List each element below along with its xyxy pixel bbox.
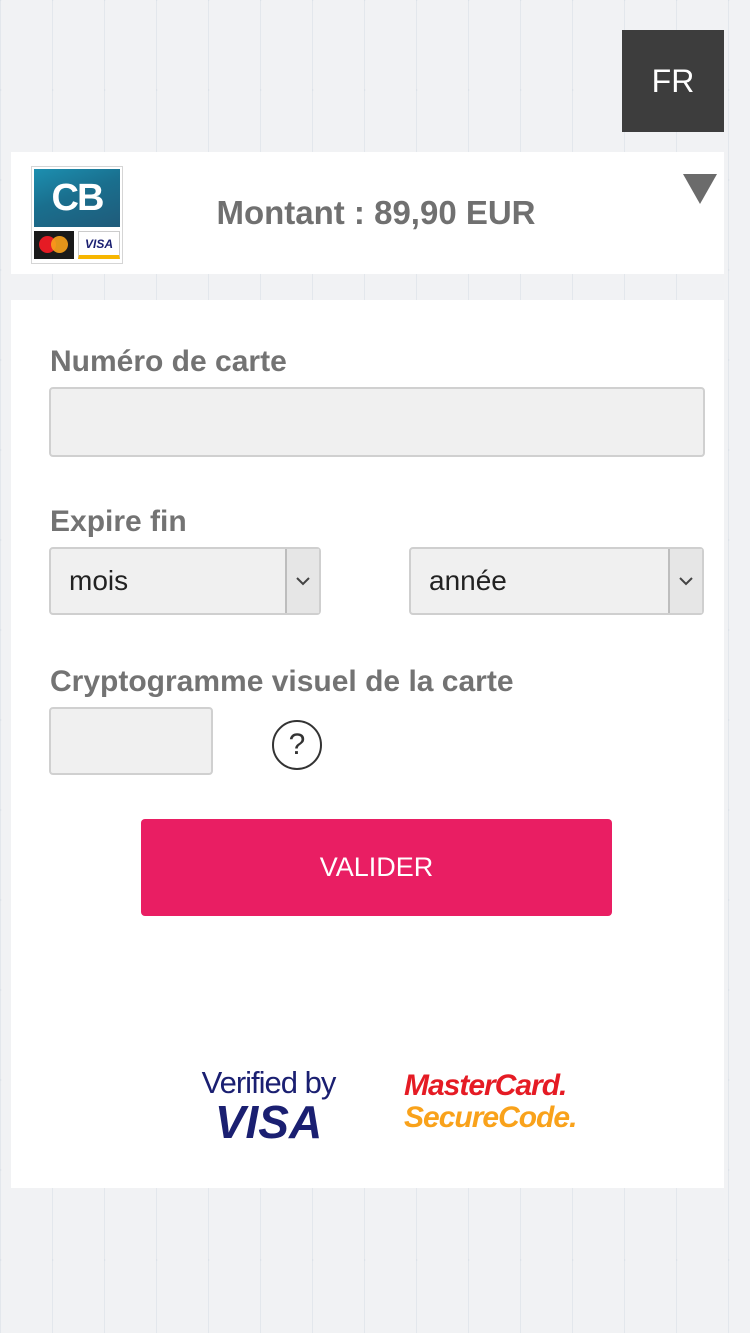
card-number-label: Numéro de carte: [50, 345, 287, 378]
collapse-arrow-icon[interactable]: [683, 174, 717, 204]
validate-button-label: VALIDER: [319, 852, 434, 882]
mastercard-mini-logo: [34, 231, 74, 259]
help-icon[interactable]: ?: [272, 720, 322, 770]
payment-form: Numéro de carte Expire fin mois année Cr…: [11, 300, 724, 1188]
expiry-label: Expire fin: [50, 505, 187, 538]
cvv-label: Cryptogramme visuel de la carte: [50, 665, 514, 698]
payment-header: CB VISA Montant : 89,90 EUR: [11, 152, 724, 274]
card-number-input[interactable]: [49, 387, 705, 457]
expiry-month-select[interactable]: mois: [49, 547, 321, 615]
mc-line1: MasterCard.: [404, 1069, 567, 1102]
expiry-year-value: année: [429, 565, 507, 596]
expiry-year-select[interactable]: année: [409, 547, 704, 615]
expiry-month-value: mois: [69, 565, 129, 596]
mc-line2: SecureCode.: [404, 1101, 577, 1134]
mastercard-securecode-logo: MasterCard. SecureCode.: [404, 1070, 584, 1134]
validate-button[interactable]: VALIDER: [141, 819, 612, 916]
verified-by-visa-logo: Verified by VISA: [191, 1065, 346, 1148]
vbv-line2: VISA: [214, 1096, 323, 1148]
chevron-down-icon: [668, 549, 702, 613]
language-label: FR: [651, 62, 695, 99]
amount-text: Montant : 89,90 EUR: [216, 194, 536, 231]
visa-mini-logo: VISA: [78, 231, 120, 259]
help-icon-glyph: ?: [288, 728, 306, 761]
chevron-down-icon: [285, 549, 319, 613]
cvv-input[interactable]: [49, 707, 213, 775]
language-button[interactable]: FR: [622, 30, 724, 132]
